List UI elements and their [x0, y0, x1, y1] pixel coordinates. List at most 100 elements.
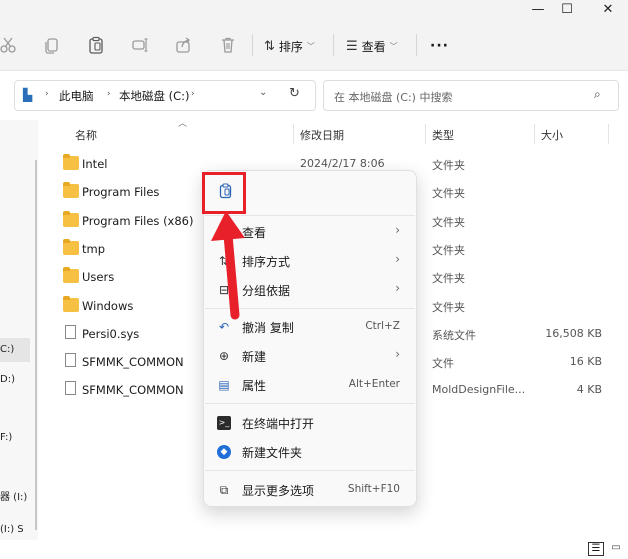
- paste-icon[interactable]: [84, 33, 108, 57]
- file-name: SFMMK_COMMON: [82, 383, 184, 398]
- menu-label: 显示更多选项: [242, 484, 315, 498]
- search-input[interactable]: 在 本地磁盘 (C:) 中搜索: [334, 89, 452, 105]
- menu-item-properties[interactable]: ▤ 属性 Alt+Enter: [210, 371, 410, 399]
- nav-item-c[interactable]: C:): [0, 344, 30, 364]
- file-type: 文件夹: [432, 215, 465, 229]
- file-name: Program Files: [82, 185, 160, 200]
- nav-item-f[interactable]: F:): [0, 432, 30, 452]
- file-name: SFMMK_COMMON: [82, 355, 184, 370]
- menu-item-new-folder[interactable]: ◆ 新建文件夹: [210, 438, 410, 466]
- refresh-icon[interactable]: ↻: [289, 86, 300, 101]
- toolbar-divider: [416, 34, 417, 56]
- menu-label: 新建: [242, 350, 267, 364]
- file-type: 文件: [432, 357, 454, 371]
- maximize-button[interactable]: ☐: [549, 0, 585, 18]
- add-circle-icon: ⊕: [218, 349, 230, 363]
- toolbar-divider: [333, 34, 334, 56]
- sort-label: 排序: [278, 39, 303, 54]
- breadcrumb-drive-c[interactable]: 本地磁盘 (C:): [119, 88, 190, 104]
- details-view-icon[interactable]: ☰: [588, 542, 604, 556]
- file-type: 系统文件: [432, 328, 476, 342]
- nav-item-i[interactable]: 器 (I:): [0, 488, 30, 508]
- annotation-arrow-icon: [211, 211, 245, 320]
- nav-scrollbar[interactable]: [35, 160, 37, 530]
- view-button[interactable]: ☰ 查看 ﹀: [346, 37, 398, 55]
- address-bar[interactable]: ▙ › 此电脑 › 本地磁盘 (C:) › ⌄ ↻: [14, 80, 316, 111]
- menu-divider: [205, 470, 415, 471]
- chevron-right-icon: ›: [395, 347, 400, 361]
- file-type: 文件夹: [432, 187, 465, 201]
- breadcrumb-this-pc[interactable]: 此电脑: [59, 88, 94, 104]
- menu-divider: [205, 403, 415, 404]
- file-name: Persi0.sys: [82, 326, 140, 341]
- shortcut-text: Ctrl+Z: [365, 320, 400, 332]
- menu-label: 在终端中打开: [242, 417, 315, 431]
- chevron-right-icon: ›: [45, 89, 49, 99]
- terminal-icon: >_: [217, 416, 231, 430]
- column-header-size[interactable]: 大小: [541, 127, 563, 143]
- more-button[interactable]: ···: [430, 37, 449, 55]
- file-name: tmp: [82, 241, 106, 256]
- command-bar: ⇅ 排序 ﹀ ☰ 查看 ﹀ ···: [0, 18, 628, 71]
- chevron-down-icon: ﹀: [306, 41, 315, 51]
- cut-icon[interactable]: [0, 33, 20, 57]
- close-button[interactable]: ✕: [590, 0, 626, 18]
- menu-item-new[interactable]: ⊕ 新建 ›: [210, 342, 410, 370]
- navigation-pane: C:) D:) F:) 器 (I:) (I:) S: [0, 120, 38, 540]
- file-type: 文件夹: [432, 243, 465, 257]
- drive-icon: ▙: [23, 88, 33, 102]
- more-options-icon: ⧉: [219, 483, 229, 497]
- sort-button[interactable]: ⇅ 排序 ﹀: [264, 37, 315, 55]
- sort-up-icon: ︿: [178, 119, 188, 129]
- file-icon: [65, 353, 76, 368]
- file-type: 文件夹: [432, 272, 465, 286]
- file-size: 16 KB: [569, 355, 602, 369]
- chevron-right-icon: ›: [107, 89, 111, 99]
- toolbar-divider: [252, 34, 253, 56]
- column-header-type[interactable]: 类型: [432, 127, 454, 143]
- column-divider[interactable]: [534, 124, 535, 144]
- menu-label: 撤消 复制: [242, 321, 294, 335]
- chevron-down-icon[interactable]: ⌄: [259, 87, 267, 98]
- file-size: 4 KB: [576, 383, 602, 397]
- file-name: Users: [82, 270, 115, 285]
- title-bar: — ☐ ✕: [0, 0, 628, 18]
- file-date: 2024/2/17 8:06: [300, 157, 385, 170]
- column-header-date[interactable]: 修改日期: [300, 127, 344, 143]
- copy-icon[interactable]: [40, 33, 64, 57]
- file-name: Program Files (x86): [82, 213, 194, 228]
- file-name: Windows: [82, 298, 134, 313]
- column-divider[interactable]: [293, 124, 294, 144]
- chevron-right-icon: ›: [395, 281, 400, 295]
- menu-label: 新建文件夹: [242, 446, 303, 460]
- column-header-name[interactable]: 名称: [75, 127, 97, 143]
- folder-icon: [63, 267, 79, 284]
- menu-item-open-terminal[interactable]: >_ 在终端中打开: [210, 409, 410, 437]
- file-type: 文件夹: [432, 300, 465, 314]
- undo-icon: ↶: [218, 320, 230, 334]
- tiles-view-icon[interactable]: ▭: [608, 542, 624, 556]
- search-box[interactable]: 在 本地磁盘 (C:) 中搜索 ⌕: [323, 80, 619, 111]
- chevron-right-icon: ›: [395, 223, 400, 237]
- column-divider[interactable]: [425, 124, 426, 144]
- folder-icon: [63, 154, 79, 170]
- search-icon[interactable]: ⌕: [594, 87, 601, 102]
- file-size: 16,508 KB: [545, 326, 602, 340]
- rename-icon[interactable]: [128, 33, 152, 57]
- menu-label: 属性: [242, 379, 267, 393]
- chevron-down-icon: ﹀: [389, 41, 398, 51]
- share-icon[interactable]: [172, 33, 196, 57]
- sort-icon: ⇅: [264, 38, 275, 54]
- menu-item-more-options[interactable]: ⧉ 显示更多选项 Shift+F10: [210, 476, 410, 504]
- folder-icon: [63, 182, 79, 199]
- folder-icon: [63, 295, 79, 312]
- status-bar: ☰ ▭: [0, 540, 628, 559]
- view-icon: ☰: [346, 38, 358, 54]
- delete-icon[interactable]: [216, 33, 240, 57]
- folder-icon: [63, 238, 79, 255]
- chevron-right-icon: ›: [191, 89, 195, 99]
- view-label: 查看: [361, 39, 386, 54]
- column-divider[interactable]: [608, 124, 609, 144]
- file-icon: [65, 324, 76, 339]
- nav-item-d[interactable]: D:): [0, 374, 30, 394]
